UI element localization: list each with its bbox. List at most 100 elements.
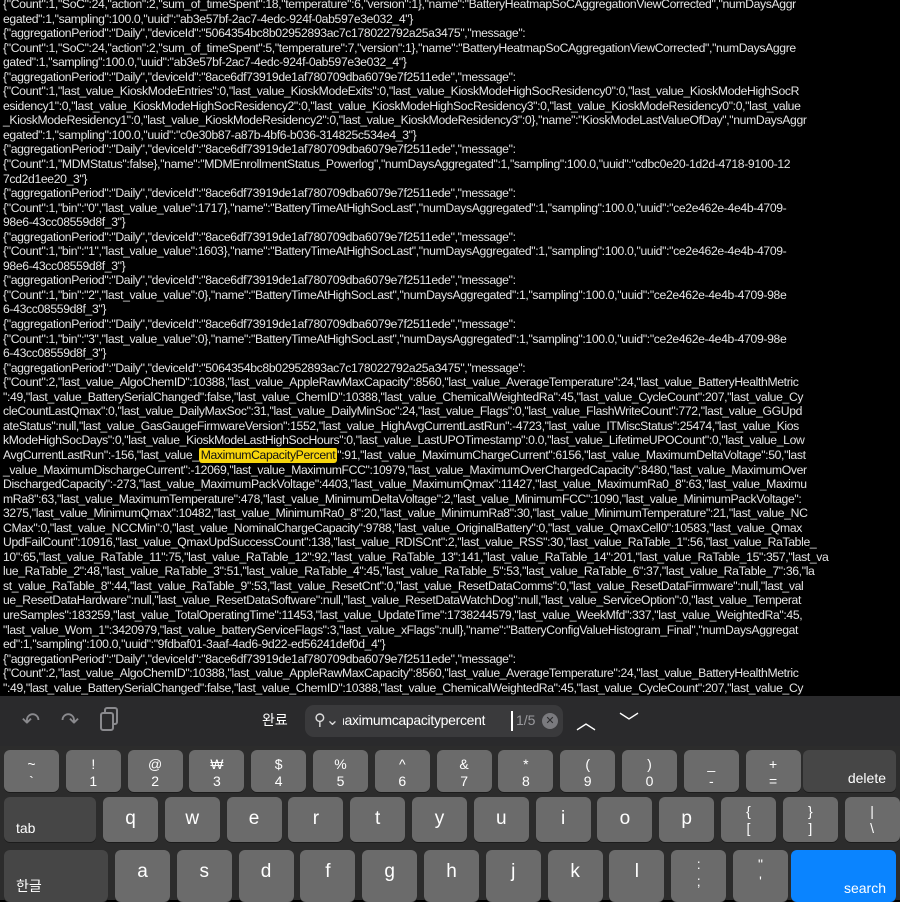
key-5[interactable]: % 5 — [313, 750, 368, 792]
key-7[interactable]: & 7 — [436, 750, 492, 792]
key-2[interactable]: @2 — [127, 750, 183, 792]
key-label: e — [248, 808, 260, 829]
log-line: esidency1":0,"last_value_KioskModeHighSo… — [3, 98, 801, 113]
log-line: {"Count":1,"SoC":24,"action":2,"sum_of_t… — [3, 0, 796, 11]
key-label: l — [634, 861, 639, 882]
key-label: 4 — [274, 773, 283, 789]
log-line: {"Count":1,"bin":"0","last_value_value":… — [3, 200, 787, 215]
chevron-up-icon[interactable]: ︿ — [571, 706, 601, 735]
redo-icon[interactable]: ↷ — [55, 706, 85, 736]
log-line: {"Count":1,"MDMStatus":false},"name":"MD… — [3, 157, 791, 172]
log-line: DischargedCapacity":-273,"last_value_Max… — [3, 477, 807, 492]
key-[[interactable]: {[ — [721, 797, 776, 842]
chevron-down-icon[interactable]: ﹀ — [614, 706, 644, 735]
key-\[interactable]: | \ — [844, 797, 900, 842]
search-key[interactable]: search — [791, 850, 896, 902]
log-line: {"Count":1,"bin":"3","last_value_value":… — [3, 331, 787, 346]
log-line: 98e6-43cc08559d8f_3"} — [3, 215, 126, 230]
log-line: {"aggregationPeriod":"Daily","deviceId":… — [3, 651, 516, 666]
key-t[interactable]: t — [350, 797, 406, 842]
key--[interactable]: _ - — [683, 750, 739, 792]
key-][interactable]: }] — [782, 797, 838, 842]
key-s[interactable]: s — [176, 850, 232, 902]
key-4[interactable]: $4 — [251, 750, 307, 792]
key-y[interactable]: y — [412, 797, 467, 842]
key-w[interactable]: w — [164, 797, 220, 842]
key-r[interactable]: r — [288, 797, 344, 842]
undo-icon[interactable]: ↶ — [16, 706, 46, 736]
log-text: AvgCurrentLastRun":-156,"last_value_ — [3, 447, 199, 462]
key-g[interactable]: g — [362, 850, 418, 902]
key-a[interactable]: a — [115, 850, 170, 902]
key-label: % — [334, 756, 347, 772]
key-label: * — [523, 756, 529, 772]
key-label: f — [325, 861, 331, 882]
key-label: _ — [707, 756, 716, 772]
key-9[interactable]: (9 — [560, 750, 616, 792]
key-label: - — [708, 773, 714, 789]
magnifier-dropdown-icon[interactable]: ⚲⌄ — [314, 710, 339, 730]
keyboard: ~ `! 1 @2 ₩3 $4% 5 ^ 6 & 7 * 8(9) 0 _ - + = delete tab q w e r t… — [0, 746, 900, 902]
key-k[interactable]: k — [547, 850, 603, 902]
log-line: CMax":0,"last_value_NCCMin":0,"last_valu… — [3, 520, 802, 535]
key-l[interactable]: l — [609, 850, 665, 902]
log-line: 10":65,"last_value_RaTable_11":75,"last_… — [3, 549, 829, 564]
log-line: egated":1,"sampling":100.0,"uuid":"ab3e5… — [3, 11, 413, 26]
key-label: h — [446, 861, 457, 882]
key-d[interactable]: d — [238, 850, 294, 902]
key-label: 7 — [460, 773, 468, 789]
key-label: s — [199, 861, 210, 882]
key-f[interactable]: f — [300, 850, 356, 902]
find-input[interactable]: ⚲⌄ naximumcapacitypercent 1/5 ✕ — [305, 705, 563, 737]
key-i[interactable]: i — [535, 797, 591, 842]
log-line: {"Count":1,"bin":"1","last_value_value":… — [3, 244, 787, 259]
log-line: _value_MaximumDischargeCurrent":-12069,"… — [3, 462, 807, 477]
tab-key[interactable]: tab — [4, 797, 96, 842]
key-label: tab — [16, 820, 36, 836]
key-label: j — [511, 861, 516, 882]
language-key[interactable]: 한글 — [4, 850, 108, 902]
log-line: ureSamples":183259,"last_value_TotalOper… — [3, 607, 803, 622]
log-line: {"aggregationPeriod":"Daily","deviceId":… — [3, 142, 516, 157]
key-3[interactable]: ₩3 — [189, 750, 245, 792]
log-text-view[interactable]: {"Count":1,"SoC":24,"action":2,"sum_of_t… — [0, 0, 900, 697]
log-line: {"Count":1,"last_value_KioskModeEntries"… — [3, 84, 800, 99]
key-label: delete — [847, 770, 886, 786]
key-j[interactable]: j — [485, 850, 541, 902]
key-o[interactable]: o — [597, 797, 653, 842]
key-label: 5 — [336, 773, 345, 789]
key-label: | — [870, 803, 874, 819]
key-1[interactable]: ! 1 — [65, 750, 121, 792]
key-'[interactable]: " ' — [733, 850, 788, 902]
key-h[interactable]: h — [424, 850, 479, 902]
done-button[interactable]: 완료 — [262, 710, 288, 730]
key-8[interactable]: * 8 — [498, 750, 554, 792]
log-line: {"Count":2,"last_value_AlgoChemID":10388… — [3, 375, 799, 390]
match-count: 1/5 — [516, 712, 536, 728]
key-u[interactable]: u — [473, 797, 529, 842]
log-line: mRa8":63,"last_value_MaximumTemperature"… — [3, 491, 802, 506]
key-0[interactable]: ) 0 — [622, 750, 677, 792]
key-label: = — [769, 773, 778, 789]
key-`[interactable]: ~ ` — [4, 750, 59, 792]
key-label: \ — [870, 820, 875, 836]
key-=[interactable]: + = — [745, 750, 801, 792]
log-line: cleCountLastQmax":0,"last_value_DailyMax… — [3, 404, 803, 419]
key-q[interactable]: q — [103, 797, 158, 842]
key-label: ; — [696, 873, 701, 889]
log-line: {"Count":2,"last_value_AlgoChemID":10388… — [3, 666, 799, 681]
log-line: 98e6-43cc08559d8f_3"} — [3, 258, 126, 273]
key-6[interactable]: ^ 6 — [374, 750, 430, 792]
log-line: egated":1,"sampling":100.0,"uuid":"c0e30… — [3, 127, 417, 142]
key-p[interactable]: p — [659, 797, 715, 842]
key-label: q — [125, 808, 136, 829]
log-line: {"aggregationPeriod":"Daily","deviceId":… — [3, 317, 516, 332]
key-e[interactable]: e — [226, 797, 282, 842]
key-label: d — [260, 861, 272, 882]
key-label: 한글 — [16, 878, 42, 894]
delete-key[interactable]: delete — [803, 750, 896, 792]
key-label: a — [137, 861, 148, 882]
clipboard-icon[interactable] — [95, 706, 125, 736]
key-;[interactable]: :; — [671, 850, 727, 902]
clear-icon[interactable]: ✕ — [542, 713, 558, 729]
